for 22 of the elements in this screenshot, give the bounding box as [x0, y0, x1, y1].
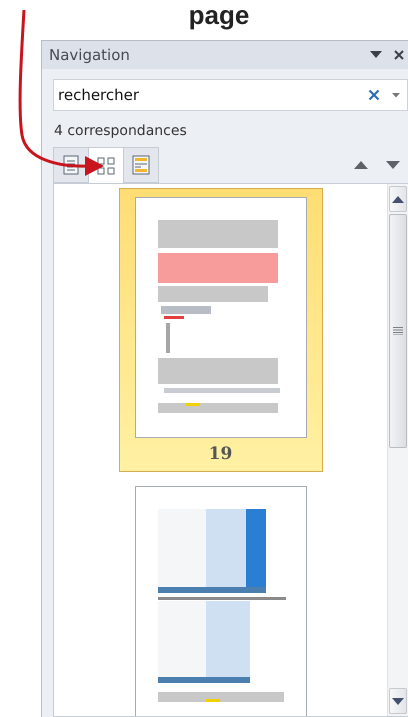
grid-icon: [97, 156, 115, 174]
dropdown-icon[interactable]: [370, 51, 382, 59]
view-tab[interactable]: [123, 147, 159, 183]
caret-icon[interactable]: [392, 92, 400, 98]
page-number: 19: [208, 443, 232, 466]
search-field[interactable]: rechercher: [53, 79, 408, 111]
scroll-down-button[interactable]: [389, 688, 407, 714]
scroll-thumb[interactable]: [389, 214, 407, 448]
scrollbar[interactable]: [387, 184, 408, 716]
page-thumbnail[interactable]: 19: [118, 188, 322, 472]
up-arrow-icon: [392, 196, 404, 202]
match-count: 4 correspondances: [54, 123, 188, 139]
list-icon: [132, 155, 150, 175]
close-icon[interactable]: [394, 50, 404, 60]
down-arrow-icon: [392, 698, 404, 704]
next-icon[interactable]: [386, 161, 400, 169]
pane-title: Navigation: [49, 46, 131, 64]
heading: page: [188, 0, 250, 30]
previous-icon[interactable]: [354, 161, 368, 169]
scroll-up-button[interactable]: [389, 186, 407, 212]
grip-icon: [393, 327, 403, 335]
clear-icon[interactable]: [368, 89, 380, 101]
